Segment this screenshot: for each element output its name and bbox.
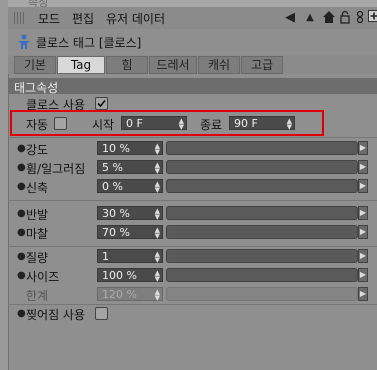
home-icon[interactable] [321,10,337,26]
bullet-icon: ● [17,251,26,262]
param-label: 휨/일그러짐 [26,162,86,176]
arrow-up-icon[interactable]: ▲ [302,10,318,26]
spinner-icon[interactable]: ▲ ▼ [155,143,160,156]
param-field: 120 % ▲ ▼ [97,287,163,302]
param-value: 1 [102,250,109,263]
spinner-icon[interactable]: ▲ ▼ [155,270,160,283]
slider-arrow-icon[interactable]: ▶ [358,179,368,193]
param-value: 5 % [102,161,123,174]
menu-bar: 모드 편집 유저 데이터 ◀ ▲ [8,7,377,30]
slider-arrow-icon[interactable]: ▶ [358,160,368,174]
param-value: 30 % [102,207,130,220]
tab-advanced[interactable]: 고급 [241,56,283,74]
grip-icon[interactable] [14,12,26,24]
param-slider[interactable] [166,268,358,282]
tab-cache[interactable]: 캐쉬 [198,56,240,74]
tab-dresser[interactable]: 드레서 [149,56,197,74]
slider-arrow-icon[interactable]: ▶ [358,268,368,282]
tear-checkbox[interactable] [95,307,108,320]
slider-arrow-icon[interactable]: ▶ [358,206,368,220]
spinner-icon[interactable]: ▲ ▼ [155,227,160,240]
param-label: 질량 [26,251,49,265]
param-slider[interactable] [166,249,358,263]
param-value: 120 % [102,288,137,301]
spinner-icon[interactable]: ▲ ▼ [155,162,160,175]
param-field[interactable]: 30 % ▲ ▼ [97,206,163,221]
spinner-icon[interactable]: ▲ ▼ [155,208,160,221]
spinner-icon: ▲ ▼ [154,288,160,302]
spinner-icon[interactable]: ▲ ▼ [155,181,160,194]
tear-label: 찢어짐 사용 [26,308,86,322]
divider [8,246,377,247]
param-label: 사이즈 [26,270,60,284]
param-value: 10 % [102,142,130,155]
bullet-icon: ● [17,227,26,238]
divider [8,200,377,201]
bullet-icon: ● [17,208,26,219]
menu-edit[interactable]: 편집 [72,10,94,27]
param-slider [166,287,358,301]
menu-user-data[interactable]: 유저 데이터 [106,10,165,27]
object-header: 클로스 태그 [클로스] [8,29,377,55]
param-value: 0 % [102,180,123,193]
highlight-box [10,110,324,136]
tab-bar: 기본 Tag 힘 드레서 캐쉬 고급 [8,55,377,74]
param-label: 한계 [26,289,49,303]
spinner-icon[interactable]: ▲ ▼ [155,251,160,264]
param-slider[interactable] [166,179,358,193]
tab-basic[interactable]: 기본 [14,56,56,74]
param-field[interactable]: 5 % ▲ ▼ [97,160,163,175]
param-value: 100 % [102,269,137,282]
param-label: 반발 [26,208,49,222]
bullet-icon: ● [17,162,26,173]
divider [8,137,377,138]
section-header: 태그속성 [8,78,377,95]
param-field[interactable]: 10 % ▲ ▼ [97,141,163,156]
slider-arrow-icon[interactable]: ▶ [358,249,368,263]
cloth-tag-icon [18,34,30,49]
param-field[interactable]: 1 ▲ ▼ [97,249,163,264]
param-field[interactable]: 70 % ▲ ▼ [97,225,163,240]
param-slider[interactable] [166,160,358,174]
tab-forces[interactable]: 힘 [106,56,148,74]
param-slider[interactable] [166,225,358,239]
slider-arrow-icon[interactable]: ▶ [358,141,368,155]
tab-tag[interactable]: Tag [57,56,105,74]
param-value: 70 % [102,226,130,239]
param-field[interactable]: 0 % ▲ ▼ [97,179,163,194]
bullet-icon: ● [17,181,26,192]
bullet-icon: ● [17,270,26,281]
param-slider[interactable] [166,206,358,220]
menu-mode[interactable]: 모드 [38,10,60,27]
lock-icon[interactable] [337,10,353,26]
param-label: 마찰 [26,227,49,241]
top-header-strip: 속성 [8,0,377,9]
divider [8,304,377,305]
section-title: 태그속성 [14,81,59,95]
param-label: 강도 [26,143,49,157]
bullet-icon: ● [17,143,26,154]
checkmark-icon [97,99,106,108]
param-label: 신축 [26,181,49,195]
add-icon[interactable] [366,10,377,26]
slider-arrow-icon[interactable]: ▶ [358,225,368,239]
arrow-left-icon[interactable]: ◀ [282,10,298,26]
cloth-enable-checkbox[interactable] [95,97,108,110]
param-field[interactable]: 100 % ▲ ▼ [97,268,163,283]
object-title: 클로스 태그 [클로스] [36,36,142,50]
param-slider[interactable] [166,141,358,155]
bullet-icon: ● [17,308,26,319]
slider-arrow-icon: ▶ [358,287,368,301]
